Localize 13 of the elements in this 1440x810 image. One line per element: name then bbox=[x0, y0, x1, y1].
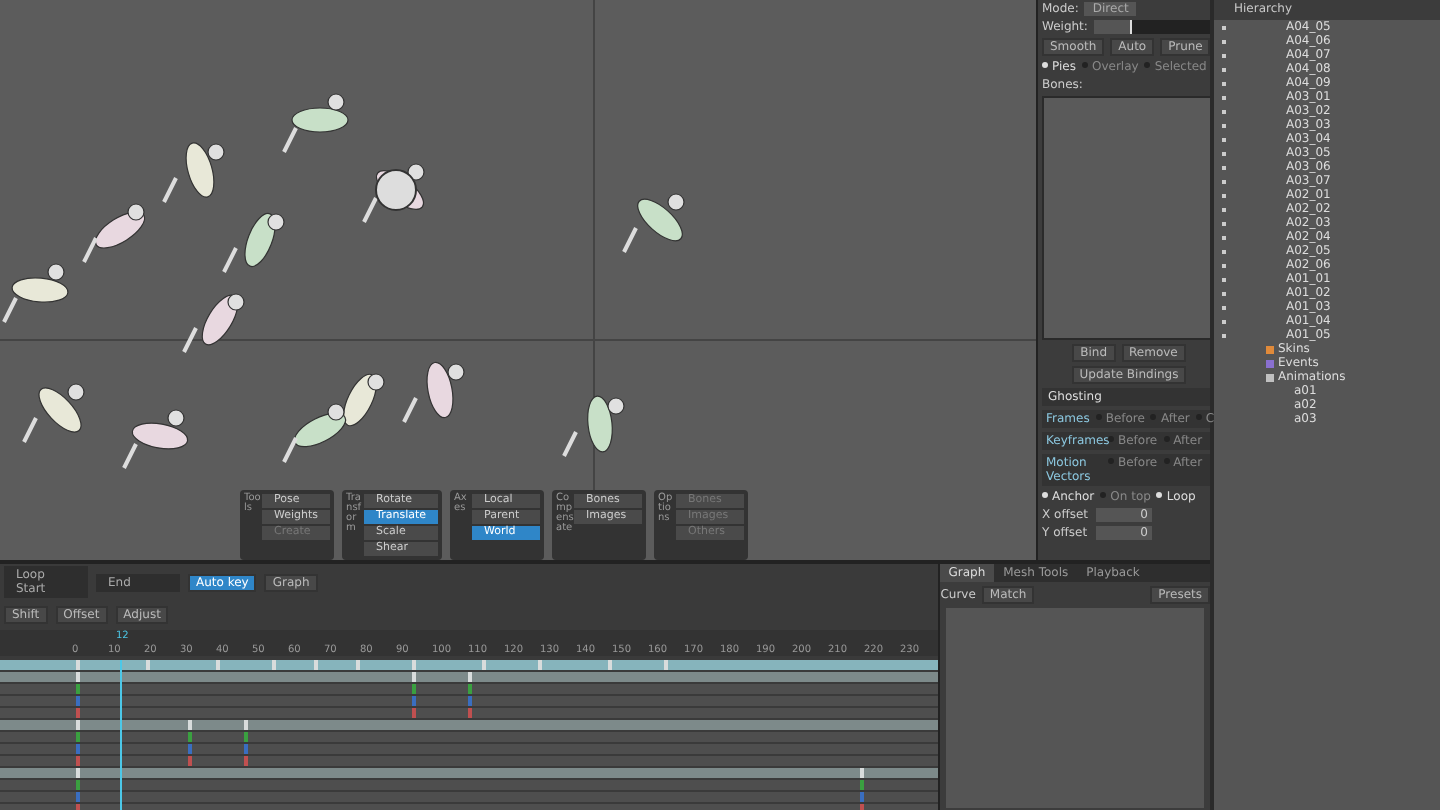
timeline-track[interactable] bbox=[0, 708, 939, 718]
timeline-track[interactable] bbox=[0, 732, 939, 742]
weight-slider[interactable] bbox=[1093, 20, 1216, 34]
timeline-track[interactable] bbox=[0, 720, 939, 730]
timeline-track[interactable] bbox=[0, 696, 939, 706]
timeline-track[interactable] bbox=[0, 672, 939, 682]
timeline-track[interactable] bbox=[0, 660, 939, 670]
timeline-track[interactable] bbox=[0, 684, 939, 694]
timeline-track[interactable] bbox=[0, 780, 939, 790]
timeline-track[interactable] bbox=[0, 792, 939, 802]
timeline-track[interactable] bbox=[0, 756, 939, 766]
timeline-track[interactable] bbox=[0, 744, 939, 754]
timeline-track[interactable] bbox=[0, 768, 939, 778]
